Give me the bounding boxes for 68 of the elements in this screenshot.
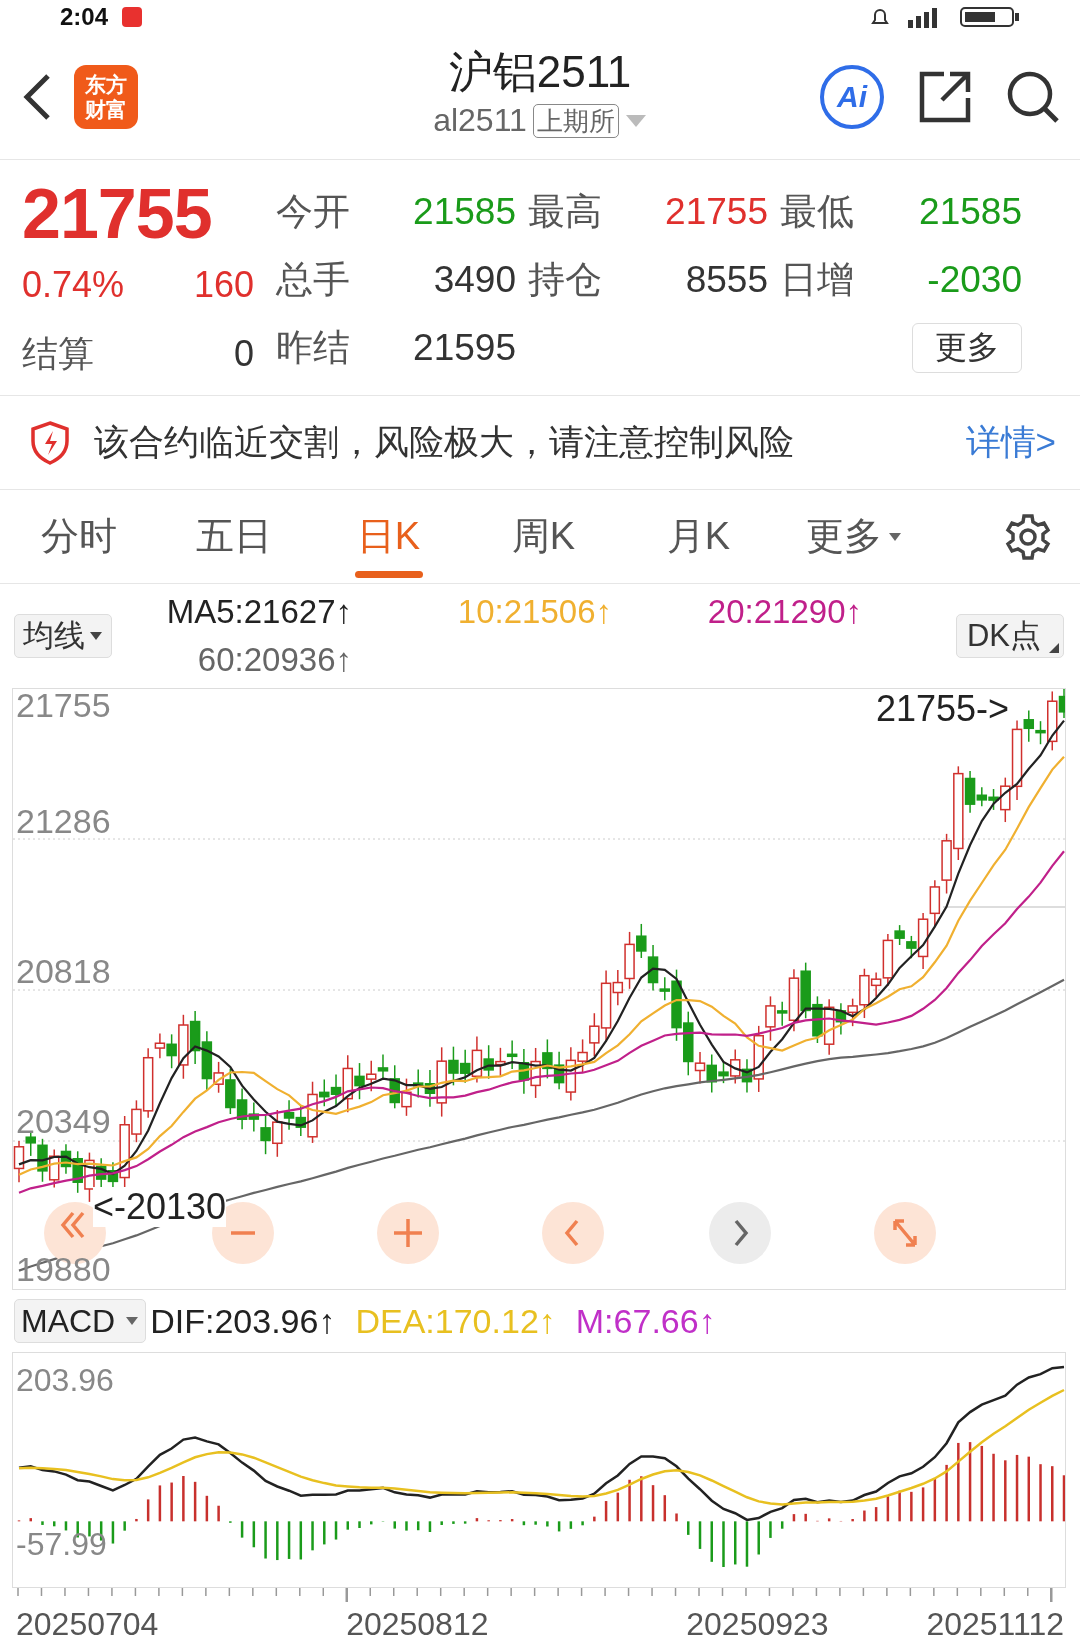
ai-button[interactable]: Ai xyxy=(820,64,884,129)
field-value: -2030 xyxy=(926,259,1022,301)
price-axis-label: 21755 xyxy=(16,689,111,725)
date-label: 20250812 xyxy=(346,1606,489,1643)
macd-axis-label: -57.99 xyxy=(16,1525,107,1563)
moving-average-value: 60:20936↑ xyxy=(197,641,352,679)
field-value: 3490 xyxy=(432,259,516,301)
period-tab[interactable]: 分时 xyxy=(1,489,156,584)
macd-value: M:67.66↑ xyxy=(575,1301,716,1341)
field-label: 最低 xyxy=(780,190,855,234)
caret-icon xyxy=(89,631,103,641)
change-value: 160 xyxy=(193,264,254,306)
macd-axis-label: 203.96 xyxy=(16,1361,114,1399)
exchange-tag: 上期所 xyxy=(532,103,619,138)
field-value: 8555 xyxy=(684,259,768,301)
period-tab[interactable]: 五日 xyxy=(156,489,311,584)
field-label: 结算 xyxy=(22,331,94,376)
shield-icon xyxy=(30,420,70,465)
field-value: 0 xyxy=(233,333,254,375)
moving-average-value: 20:21290↑ xyxy=(707,593,862,631)
macd-value: DEA:170.12↑ xyxy=(355,1301,556,1341)
period-tab[interactable]: 周K xyxy=(466,489,621,584)
low-price-marker: <-20130 xyxy=(93,1187,227,1227)
moving-average-value: 10:21506↑ xyxy=(457,593,612,631)
high-price-marker: 21755-> xyxy=(875,689,1009,729)
moving-average-value: MA5:21627↑ xyxy=(166,593,352,631)
field-value: 21595 xyxy=(412,327,516,369)
macd-dropdown[interactable]: MACD xyxy=(14,1299,147,1343)
field-label: 最高 xyxy=(528,190,603,234)
price-axis-label: 20349 xyxy=(16,1101,111,1141)
caret-icon xyxy=(887,531,902,542)
field-label: 持仓 xyxy=(528,258,603,302)
macd-value: DIF:203.96↑ xyxy=(150,1301,336,1341)
details-link[interactable]: 详情> xyxy=(965,419,1056,466)
back-icon[interactable] xyxy=(22,72,52,121)
risk-warning-text: 该合约临近交割，风险极大，请注意控制风险 xyxy=(94,421,794,463)
battery-icon xyxy=(960,5,1020,29)
expand-icon[interactable] xyxy=(873,1201,937,1265)
last-price: 21755 xyxy=(22,174,213,255)
indicator-dropdown[interactable]: 均线 xyxy=(14,614,112,658)
field-value: 21755 xyxy=(664,191,768,233)
share-icon[interactable] xyxy=(918,69,972,124)
field-value: 21585 xyxy=(412,191,516,233)
corner-triangle-icon xyxy=(1049,643,1059,653)
price-axis-label: 19880 xyxy=(16,1249,111,1289)
search-icon[interactable] xyxy=(1006,69,1060,124)
field-label: 总手 xyxy=(276,258,351,302)
field-label: 日增 xyxy=(780,258,855,302)
settings-icon[interactable] xyxy=(1004,512,1052,561)
change-percent: 0.74% xyxy=(22,264,125,306)
more-dropdown-tab[interactable]: 更多 xyxy=(776,489,931,584)
price-axis-label: 20818 xyxy=(16,951,111,991)
dk-point-button[interactable]: DK点 xyxy=(955,614,1064,658)
period-tab[interactable]: 月K xyxy=(621,489,776,584)
status-time: 2:04 xyxy=(60,3,109,31)
date-label: 20250923 xyxy=(686,1606,829,1643)
zoom-in-icon[interactable] xyxy=(376,1201,440,1265)
caret-icon xyxy=(125,1316,140,1326)
more-button[interactable]: 更多 xyxy=(912,323,1022,373)
notification-icon xyxy=(122,7,143,27)
date-label: 20250704 xyxy=(16,1606,159,1643)
contract-title: 沪铝2511 xyxy=(448,46,632,98)
date-label: 20251112 xyxy=(926,1606,1064,1643)
price-axis-label: 21286 xyxy=(16,801,111,841)
field-value: 21585 xyxy=(918,191,1022,233)
contract-code: al2511 xyxy=(433,102,527,139)
field-label: 昨结 xyxy=(276,326,351,370)
field-label: 今开 xyxy=(276,190,351,234)
